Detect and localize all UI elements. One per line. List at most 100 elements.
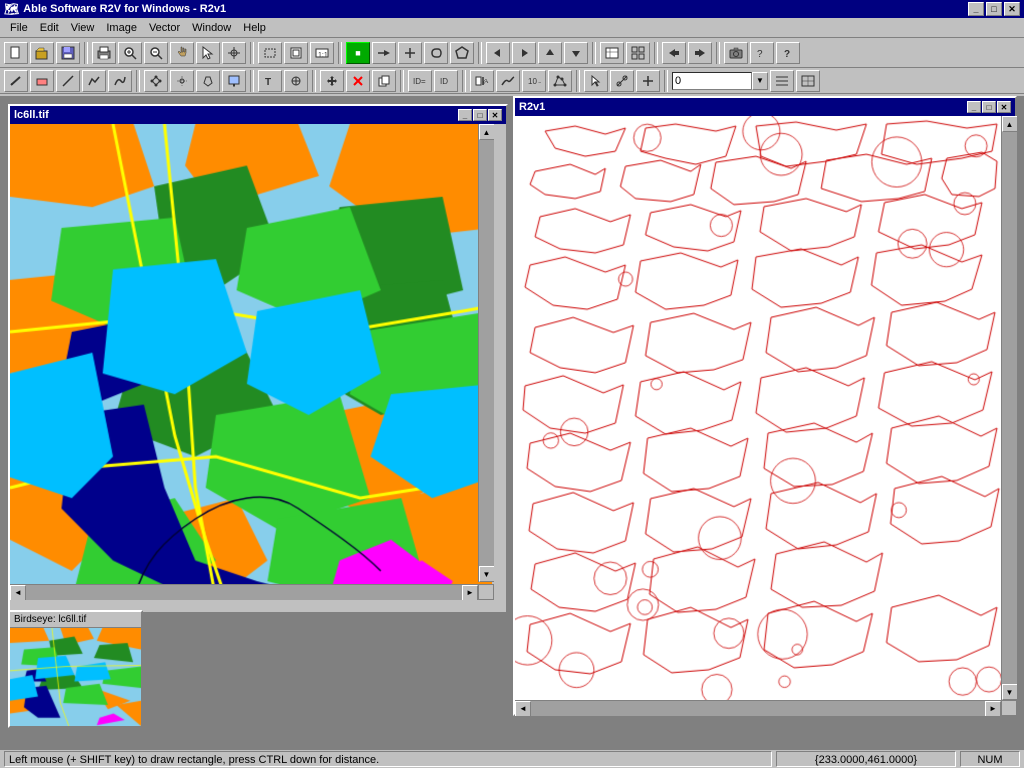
- left-close-btn[interactable]: ✕: [488, 109, 502, 121]
- node-btn[interactable]: [144, 70, 168, 92]
- cursor2-btn[interactable]: [584, 70, 608, 92]
- print-button[interactable]: [92, 42, 116, 64]
- hand-button[interactable]: [170, 42, 194, 64]
- menu-file[interactable]: File: [4, 20, 34, 36]
- move-btn[interactable]: [320, 70, 344, 92]
- delete-btn[interactable]: [346, 70, 370, 92]
- menu-window[interactable]: Window: [186, 20, 237, 36]
- scroll-left-btn[interactable]: [486, 42, 510, 64]
- birdseye-canvas[interactable]: [10, 628, 141, 726]
- zoom-input[interactable]: [672, 72, 752, 90]
- left-maximize-btn[interactable]: □: [473, 109, 487, 121]
- left-vscrollbar[interactable]: ▲ ▼: [478, 124, 494, 582]
- arrow-left-btn[interactable]: [662, 42, 686, 64]
- left-vscroll-track[interactable]: [479, 140, 494, 566]
- zoom-out-button[interactable]: [144, 42, 168, 64]
- region-btn[interactable]: [196, 70, 220, 92]
- curve-btn[interactable]: [108, 70, 132, 92]
- plus-button[interactable]: [398, 42, 422, 64]
- close-button[interactable]: ✕: [1004, 2, 1020, 16]
- help-btn[interactable]: ?: [776, 42, 800, 64]
- right-hscroll-left[interactable]: ◄: [515, 701, 531, 717]
- fill-btn[interactable]: [222, 70, 246, 92]
- arrow-right-btn[interactable]: [688, 42, 712, 64]
- left-hscroll-right[interactable]: ►: [462, 585, 478, 601]
- green-rect-button[interactable]: ■: [346, 42, 370, 64]
- rectangle-select-button[interactable]: [258, 42, 282, 64]
- right-minimize-btn[interactable]: _: [967, 101, 981, 113]
- left-minimize-btn[interactable]: _: [458, 109, 472, 121]
- polyline-btn[interactable]: [82, 70, 106, 92]
- table2-btn[interactable]: [796, 70, 820, 92]
- scroll-up-btn[interactable]: [538, 42, 562, 64]
- camera-btn[interactable]: [724, 42, 748, 64]
- right-scroll-corner: [1001, 700, 1017, 716]
- grid-btn[interactable]: [626, 42, 650, 64]
- separator-3: [338, 42, 342, 64]
- line-button[interactable]: [372, 42, 396, 64]
- svg-text:T: T: [265, 77, 271, 87]
- open-button[interactable]: [30, 42, 54, 64]
- fit-button[interactable]: [284, 42, 308, 64]
- left-hscroll-left[interactable]: ◄: [10, 585, 26, 601]
- line-tool-btn[interactable]: [56, 70, 80, 92]
- scroll-right-btn[interactable]: [512, 42, 536, 64]
- menu-edit[interactable]: Edit: [34, 20, 65, 36]
- zoom-100-button[interactable]: 1:1: [310, 42, 334, 64]
- plus2-btn[interactable]: [636, 70, 660, 92]
- scan-btn[interactable]: [470, 70, 494, 92]
- cursor-button[interactable]: [196, 42, 220, 64]
- menu-view[interactable]: View: [65, 20, 101, 36]
- settings2-btn[interactable]: 10→: [522, 70, 546, 92]
- scroll-down-btn[interactable]: [564, 42, 588, 64]
- menu-help[interactable]: Help: [237, 20, 272, 36]
- snap-btn[interactable]: [170, 70, 194, 92]
- attr-btn[interactable]: ID: [434, 70, 458, 92]
- left-hscrollbar[interactable]: ◄ ►: [10, 584, 478, 600]
- eraser-btn[interactable]: [30, 70, 54, 92]
- left-window-title: lc6ll.tif: [14, 109, 49, 121]
- edit-poly-btn[interactable]: [548, 70, 572, 92]
- toolbar-2: T ID= ID 10→ ▼: [0, 68, 1024, 94]
- minimize-button[interactable]: _: [968, 2, 984, 16]
- separator-4: [478, 42, 482, 64]
- right-vscroll-down[interactable]: ▼: [1002, 684, 1018, 700]
- right-vscroll-track[interactable]: [1002, 132, 1017, 684]
- separator-t2-3: [312, 70, 316, 92]
- text-btn[interactable]: T: [258, 70, 282, 92]
- right-vscroll-up[interactable]: ▲: [1002, 116, 1018, 132]
- list-view-btn[interactable]: [770, 70, 794, 92]
- right-window-content[interactable]: ▲ ▼ ◄ ►: [515, 116, 1017, 716]
- right-vector-window: R2v1 _ □ ✕ ▲ ▼ ◄ ►: [513, 96, 1017, 716]
- right-maximize-btn[interactable]: □: [982, 101, 996, 113]
- link-button[interactable]: [424, 42, 448, 64]
- right-hscroll-right[interactable]: ►: [985, 701, 1001, 717]
- left-vscroll-up[interactable]: ▲: [479, 124, 495, 140]
- right-vscrollbar[interactable]: ▲ ▼: [1001, 116, 1017, 700]
- zoom-dropdown-arrow[interactable]: ▼: [752, 72, 768, 90]
- left-hscroll-track[interactable]: [26, 585, 462, 600]
- menu-image[interactable]: Image: [100, 20, 143, 36]
- vectorize-btn[interactable]: [496, 70, 520, 92]
- link2-btn[interactable]: [610, 70, 634, 92]
- polygon-button[interactable]: [450, 42, 474, 64]
- left-vscroll-down[interactable]: ▼: [479, 566, 495, 582]
- right-close-btn[interactable]: ✕: [997, 101, 1011, 113]
- save-button[interactable]: [56, 42, 80, 64]
- new-button[interactable]: [4, 42, 28, 64]
- left-map-canvas[interactable]: [10, 124, 492, 600]
- settings-btn[interactable]: ?: [750, 42, 774, 64]
- symbol-btn[interactable]: [284, 70, 308, 92]
- id-label-btn[interactable]: ID=: [408, 70, 432, 92]
- maximize-button[interactable]: □: [986, 2, 1002, 16]
- crosshair-button[interactable]: [222, 42, 246, 64]
- pencil-btn[interactable]: [4, 70, 28, 92]
- right-map-canvas[interactable]: [515, 116, 1001, 704]
- right-hscroll-track[interactable]: [531, 701, 985, 716]
- zoom-in-button[interactable]: [118, 42, 142, 64]
- left-window-content[interactable]: ▲ ▼ ◄ ►: [10, 124, 494, 600]
- table-btn[interactable]: [600, 42, 624, 64]
- copy-btn[interactable]: [372, 70, 396, 92]
- menu-vector[interactable]: Vector: [143, 20, 186, 36]
- right-hscrollbar[interactable]: ◄ ►: [515, 700, 1001, 716]
